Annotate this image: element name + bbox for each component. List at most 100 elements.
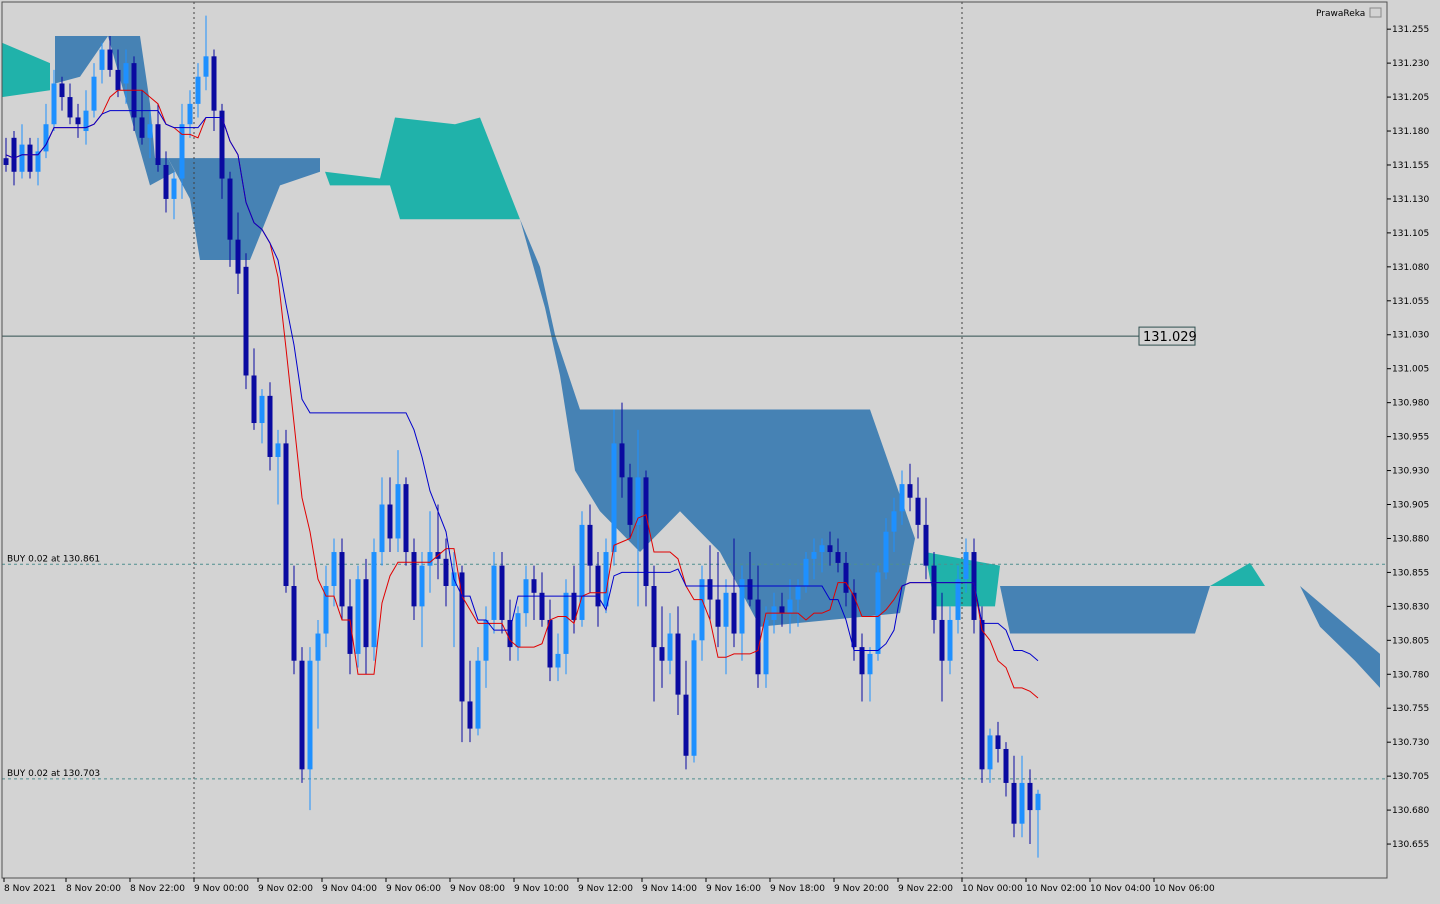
- candle-body[interactable]: [491, 565, 497, 620]
- candle-body[interactable]: [259, 395, 265, 424]
- candle-body[interactable]: [427, 552, 433, 566]
- candle-body[interactable]: [891, 511, 897, 532]
- candle-body[interactable]: [531, 579, 537, 593]
- candle-body[interactable]: [291, 586, 297, 661]
- candle-body[interactable]: [235, 239, 241, 274]
- candle-body[interactable]: [923, 524, 929, 566]
- candle-body[interactable]: [187, 103, 193, 125]
- candle-body[interactable]: [875, 572, 881, 654]
- candle-body[interactable]: [283, 443, 289, 586]
- candle-body[interactable]: [755, 599, 761, 675]
- candle-body[interactable]: [915, 497, 921, 525]
- candle-body[interactable]: [411, 552, 417, 607]
- candle-body[interactable]: [587, 524, 593, 566]
- candle-body[interactable]: [1003, 748, 1009, 783]
- candle-body[interactable]: [155, 124, 161, 165]
- candle-body[interactable]: [995, 735, 1001, 749]
- candle-body[interactable]: [91, 76, 97, 111]
- candle-body[interactable]: [987, 735, 993, 770]
- candle-body[interactable]: [803, 558, 809, 586]
- candle-body[interactable]: [547, 619, 553, 668]
- candle-body[interactable]: [3, 158, 9, 165]
- candle-body[interactable]: [363, 579, 369, 648]
- candle-body[interactable]: [555, 653, 561, 668]
- candle-body[interactable]: [675, 633, 681, 695]
- candle-body[interactable]: [747, 579, 753, 600]
- candle-body[interactable]: [643, 477, 649, 586]
- chart-area[interactable]: BUY 0.02 at 130.861 BUY 0.02 at 130.703 1…: [0, 0, 1440, 900]
- candle-body[interactable]: [899, 484, 905, 512]
- candle-body[interactable]: [859, 647, 865, 675]
- candle-body[interactable]: [907, 484, 913, 498]
- candle-body[interactable]: [963, 552, 969, 580]
- candle-body[interactable]: [27, 144, 33, 172]
- candle-body[interactable]: [1019, 782, 1025, 824]
- candle-body[interactable]: [1027, 782, 1033, 811]
- candle-body[interactable]: [75, 117, 81, 125]
- candle-body[interactable]: [299, 660, 305, 770]
- candle-body[interactable]: [371, 552, 377, 648]
- candle-body[interactable]: [419, 565, 425, 607]
- candle-body[interactable]: [315, 633, 321, 661]
- candle-body[interactable]: [171, 178, 177, 199]
- candle-body[interactable]: [515, 613, 521, 648]
- candle-body[interactable]: [795, 586, 801, 600]
- candle-body[interactable]: [955, 579, 961, 620]
- candle-body[interactable]: [779, 606, 785, 614]
- candle-body[interactable]: [211, 56, 217, 111]
- candle-body[interactable]: [67, 97, 73, 118]
- candle-body[interactable]: [627, 477, 633, 525]
- candle-body[interactable]: [123, 63, 129, 84]
- candle-body[interactable]: [827, 545, 833, 553]
- candle-body[interactable]: [115, 69, 121, 91]
- candle-body[interactable]: [659, 647, 665, 661]
- candle-body[interactable]: [707, 579, 713, 600]
- candle-body[interactable]: [275, 443, 281, 457]
- candle-body[interactable]: [835, 552, 841, 563]
- candle-body[interactable]: [539, 592, 545, 620]
- candle-body[interactable]: [883, 531, 889, 573]
- candle-body[interactable]: [355, 579, 361, 654]
- candle-body[interactable]: [579, 524, 585, 620]
- candle-body[interactable]: [163, 164, 169, 199]
- candle-body[interactable]: [147, 124, 153, 138]
- candle-body[interactable]: [379, 504, 385, 553]
- candle-body[interactable]: [699, 579, 705, 641]
- candle-body[interactable]: [267, 395, 273, 457]
- candle-body[interactable]: [331, 552, 337, 586]
- candle-body[interactable]: [931, 565, 937, 620]
- candle-body[interactable]: [219, 110, 225, 179]
- candle-body[interactable]: [611, 443, 617, 553]
- candle-body[interactable]: [651, 586, 657, 648]
- candle-body[interactable]: [467, 701, 473, 729]
- candle-body[interactable]: [811, 552, 817, 559]
- candle-body[interactable]: [867, 653, 873, 675]
- candle-body[interactable]: [1011, 782, 1017, 824]
- candle-body[interactable]: [971, 552, 977, 620]
- candle-body[interactable]: [11, 137, 17, 172]
- candle-body[interactable]: [499, 565, 505, 620]
- candle-body[interactable]: [979, 619, 985, 770]
- candle-body[interactable]: [443, 558, 449, 586]
- candle-body[interactable]: [683, 694, 689, 756]
- candle-body[interactable]: [19, 144, 25, 172]
- candle-body[interactable]: [483, 619, 489, 661]
- candle-body[interactable]: [59, 83, 65, 98]
- candle-body[interactable]: [619, 443, 625, 478]
- candle-body[interactable]: [939, 619, 945, 661]
- candle-body[interactable]: [819, 545, 825, 553]
- candle-body[interactable]: [843, 562, 849, 593]
- candle-body[interactable]: [403, 484, 409, 553]
- candle-body[interactable]: [723, 592, 729, 627]
- candlestick-chart[interactable]: BUY 0.02 at 130.861 BUY 0.02 at 130.703 1…: [0, 0, 1440, 900]
- candle-body[interactable]: [763, 619, 769, 675]
- candle-body[interactable]: [947, 619, 953, 661]
- candle-body[interactable]: [603, 552, 609, 607]
- candle-body[interactable]: [251, 375, 257, 424]
- candle-body[interactable]: [475, 660, 481, 729]
- candle-body[interactable]: [195, 76, 201, 104]
- candle-body[interactable]: [139, 117, 145, 138]
- candle-body[interactable]: [387, 504, 393, 539]
- candle-body[interactable]: [563, 592, 569, 654]
- candle-body[interactable]: [395, 484, 401, 539]
